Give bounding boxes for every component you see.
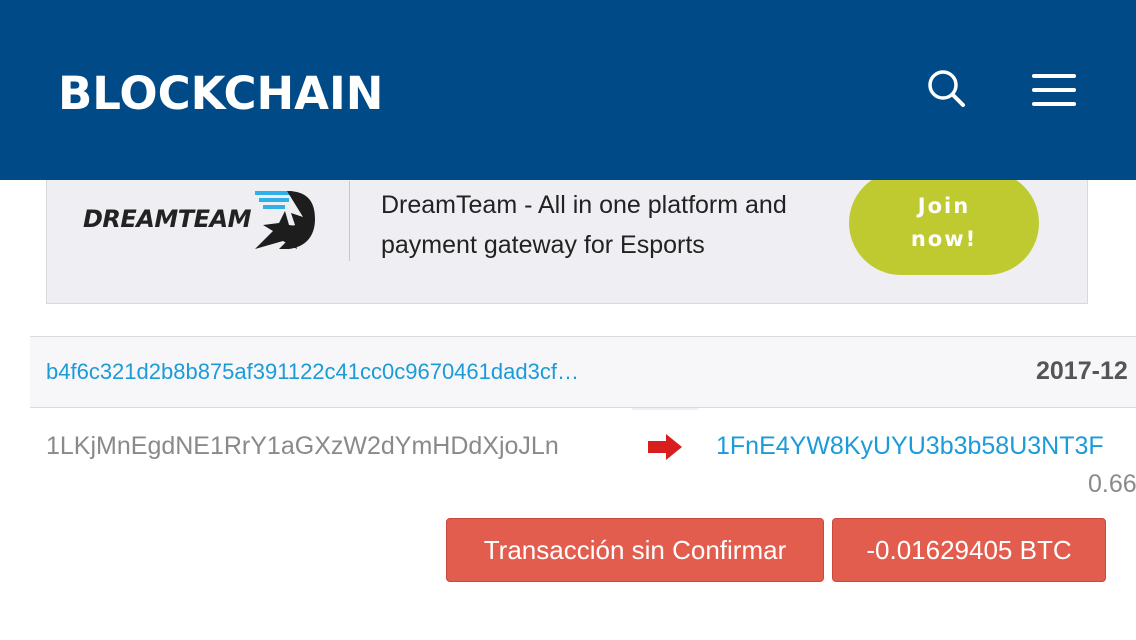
brand-logo[interactable]: BLOCKCHAIN (58, 66, 383, 122)
transaction-date: 2017-12 (1036, 357, 1128, 385)
unconfirmed-status-button[interactable]: Transacción sin Confirmar (446, 518, 824, 582)
to-address-link[interactable]: 1FnE4YW8KyUYU3b3b58U3NT3F (716, 432, 1104, 461)
hamburger-menu-icon-line (1032, 74, 1076, 78)
hamburger-menu-icon-line (1032, 88, 1076, 92)
transaction-header: b4f6c321d2b8b875af391122c41cc0c9670461da… (30, 336, 1136, 408)
to-address-amount: 0.66 (1088, 470, 1136, 498)
join-now-label: Join now! (910, 194, 978, 251)
search-button[interactable] (924, 66, 970, 112)
dreamteam-logo: DREAMTEAM (83, 187, 323, 257)
hamburger-menu-icon-line (1032, 102, 1076, 106)
ad-text: DreamTeam - All in one platform and paym… (381, 191, 787, 259)
search-icon (928, 70, 965, 107)
page: BLOCKCHAIN DREAMTEAM DreamTeam - All in … (0, 0, 1136, 640)
transaction-hash-link[interactable]: b4f6c321d2b8b875af391122c41cc0c9670461da… (46, 359, 579, 385)
dreamteam-logo-text: DREAMTEAM (83, 205, 251, 233)
from-address-link[interactable]: 1LKjMnEgdNE1RrY1aGXzW2dYmHDdXjoJLn (46, 432, 559, 461)
transaction-amount-button[interactable]: -0.01629405 BTC (832, 518, 1106, 582)
transaction-tab-marker (632, 408, 698, 410)
red-arrow-right-icon (648, 434, 682, 460)
dreamteam-star-icon (255, 191, 315, 249)
join-now-button[interactable]: Join now! (849, 171, 1039, 275)
ad-divider (349, 181, 350, 261)
top-nav-bar: BLOCKCHAIN (0, 0, 1136, 180)
menu-button[interactable] (1030, 72, 1078, 108)
